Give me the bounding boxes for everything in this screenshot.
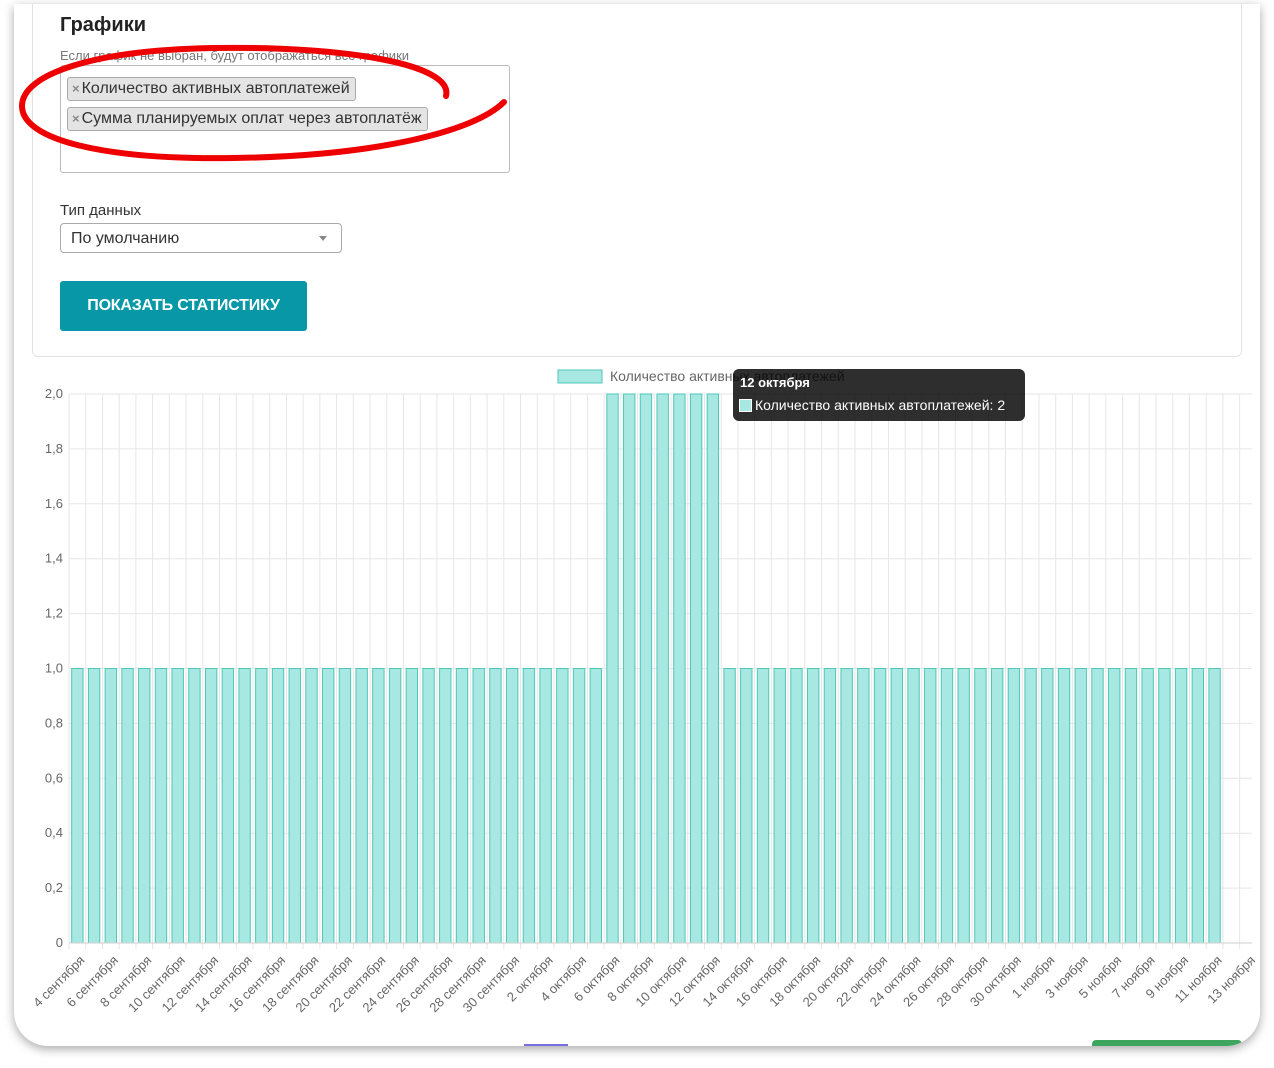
chart-bar	[1141, 668, 1154, 944]
chart-bar	[405, 668, 419, 944]
tooltip-swatch	[739, 399, 752, 412]
chart-bar	[807, 668, 820, 944]
chart-bar	[840, 668, 853, 944]
chart-bar	[756, 668, 770, 944]
chart-bar	[673, 393, 686, 944]
chart-bar	[439, 668, 452, 944]
chart-bar	[121, 668, 134, 944]
chart-bar	[1074, 668, 1087, 944]
bar-chart: 00,20,40,60,81,01,21,41,61,82,04 сентябр…	[30, 368, 1258, 1015]
chart-bar	[823, 668, 837, 944]
tooltip-title: 12 октября	[740, 375, 810, 390]
chart-bar	[238, 668, 251, 944]
y-tick-label: 0,4	[45, 825, 63, 840]
chart-bar	[639, 393, 653, 944]
chart-bar	[355, 668, 368, 944]
chart-bar	[940, 668, 954, 944]
chart-bar	[790, 668, 803, 944]
chart-bar	[1007, 668, 1021, 944]
chart-bar	[706, 393, 720, 944]
chart-bar	[740, 668, 753, 944]
chart-bar	[556, 668, 569, 944]
chart-bar	[907, 668, 920, 944]
chart-bar	[372, 668, 385, 944]
chart-bar	[1041, 668, 1054, 944]
y-tick-label: 0,2	[45, 880, 63, 895]
chart-bar	[154, 668, 168, 944]
chart-bar	[522, 668, 536, 944]
chart-bar	[87, 668, 101, 944]
y-tick-label: 1,4	[45, 551, 63, 566]
chart-bar	[1057, 668, 1071, 944]
chart-bar	[539, 668, 552, 944]
chart-bar	[1108, 668, 1121, 944]
chart-bar	[472, 668, 485, 944]
chart-bar	[606, 393, 619, 944]
chart-bar	[322, 668, 335, 944]
chart-bar	[857, 668, 870, 944]
chart-bar	[873, 668, 887, 944]
chart-bar	[422, 668, 435, 944]
page-frame: Графики Если график не выбран, будут ото…	[14, 4, 1260, 1046]
chart-bar	[171, 668, 184, 944]
chart-bar	[974, 668, 987, 944]
y-tick-label: 1,8	[45, 441, 63, 456]
chart-bar	[71, 668, 84, 944]
green-action-button[interactable]	[1092, 1040, 1242, 1046]
chart-bar	[1124, 668, 1138, 944]
y-tick-label: 1,0	[45, 661, 63, 676]
second-legend-swatch[interactable]	[524, 1044, 568, 1046]
chart-bar	[221, 668, 235, 944]
chart-bar	[589, 668, 602, 944]
chart-bar	[104, 668, 117, 944]
chart-bar	[990, 668, 1004, 944]
chart-bar	[924, 668, 937, 944]
chart-bar	[689, 393, 703, 944]
chart-bar	[773, 668, 786, 944]
chart-bar	[1024, 668, 1037, 944]
y-tick-label: 1,6	[45, 496, 63, 511]
chart-bar	[572, 668, 586, 944]
tooltip-value: Количество активных автоплатежей: 2	[755, 397, 1006, 413]
chart-bar	[1208, 668, 1221, 944]
legend-swatch	[557, 369, 603, 384]
chart-bar	[1158, 668, 1171, 944]
chart-bar	[957, 668, 970, 944]
chart-bar	[723, 668, 736, 944]
chart-bar	[138, 668, 151, 944]
chart-bar	[338, 668, 352, 944]
chart-bar	[1091, 668, 1104, 944]
chart-bar	[890, 668, 903, 944]
chart-bar	[255, 668, 268, 944]
chart-tooltip: 12 октября Количество активных автоплате…	[733, 369, 1025, 421]
chart-bar	[271, 668, 285, 944]
chart-bar	[305, 668, 318, 944]
chart-bar	[388, 668, 402, 944]
chart-bar	[489, 668, 502, 944]
chart-bar	[1191, 668, 1205, 944]
y-tick-label: 1,2	[45, 606, 63, 621]
chart-bar	[623, 393, 636, 944]
chart-bar	[188, 668, 201, 944]
chart-bar	[656, 393, 669, 944]
chart-bar	[204, 668, 218, 944]
chart-bar	[1174, 668, 1188, 944]
y-tick-label: 0	[56, 935, 63, 950]
y-tick-label: 0,8	[45, 715, 63, 730]
chart-bar	[505, 668, 519, 944]
chart-bar	[288, 668, 301, 944]
y-tick-label: 0,6	[45, 770, 63, 785]
y-tick-label: 2,0	[45, 386, 63, 401]
chart-bar	[455, 668, 469, 944]
